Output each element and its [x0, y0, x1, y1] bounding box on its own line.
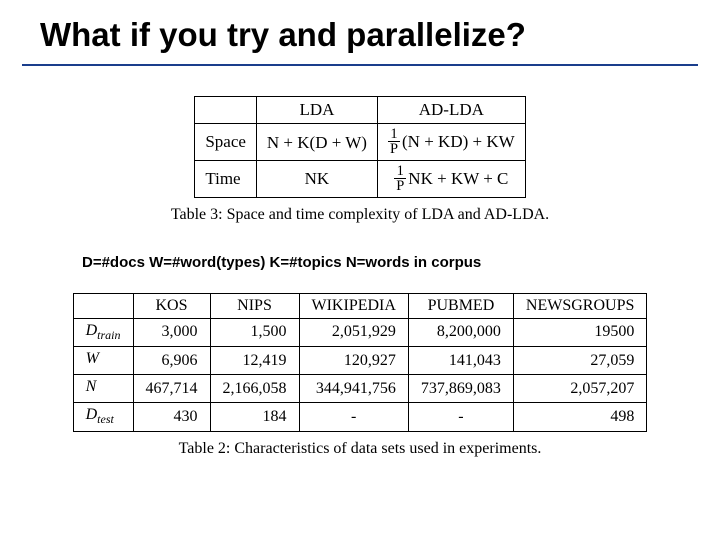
- table3-hdr-lda: LDA: [256, 97, 377, 124]
- table-row: Dtrain 3,000 1,500 2,051,929 8,200,000 1…: [73, 318, 647, 346]
- table-row: W 6,906 12,419 120,927 141,043 27,059: [73, 347, 647, 375]
- t3-r0-lda: N + K(D + W): [256, 124, 377, 161]
- t2-cell: 467,714: [133, 375, 210, 403]
- complexity-table: LDA AD-LDA Space N + K(D + W) 1 P (N + K…: [194, 96, 525, 198]
- t3-r1-lda: NK: [256, 160, 377, 197]
- t3-r0-label: Space: [195, 124, 257, 161]
- datasets-table: KOS NIPS WIKIPEDIA PUBMED NEWSGROUPS Dtr…: [73, 293, 648, 432]
- t2-r1-label: W: [73, 347, 133, 375]
- t2-hdr-0: [73, 293, 133, 318]
- t2-cell: 12,419: [210, 347, 299, 375]
- t2-cell: 2,051,929: [299, 318, 408, 346]
- t2-cell: 8,200,000: [408, 318, 513, 346]
- table2-caption: Table 2: Characteristics of data sets us…: [0, 440, 720, 458]
- t3-r0-adlda: 1 P (N + KD) + KW: [377, 124, 525, 161]
- t2-cell: 6,906: [133, 347, 210, 375]
- table-row: Time NK 1 P NK + KW + C: [195, 160, 525, 197]
- table-row: KOS NIPS WIKIPEDIA PUBMED NEWSGROUPS: [73, 293, 647, 318]
- title-underline: [22, 64, 698, 66]
- t2-cell: 3,000: [133, 318, 210, 346]
- t3-r1-label: Time: [195, 160, 257, 197]
- table3-caption: Table 3: Space and time complexity of LD…: [0, 206, 720, 224]
- variable-legend: D=#docs W=#word(types) K=#topics N=words…: [82, 254, 720, 271]
- slide-title: What if you try and parallelize?: [0, 0, 720, 62]
- table3-hdr-blank: [195, 97, 257, 124]
- table3-block: LDA AD-LDA Space N + K(D + W) 1 P (N + K…: [0, 96, 720, 224]
- t2-r3-label: Dtest: [73, 403, 133, 431]
- t2-cell: -: [299, 403, 408, 431]
- fraction: 1 P: [394, 164, 406, 194]
- t2-cell: 184: [210, 403, 299, 431]
- t2-cell: 141,043: [408, 347, 513, 375]
- t2-r2-label: N: [73, 375, 133, 403]
- table2-block: KOS NIPS WIKIPEDIA PUBMED NEWSGROUPS Dtr…: [0, 293, 720, 458]
- t2-cell: 344,941,756: [299, 375, 408, 403]
- table-row: Space N + K(D + W) 1 P (N + KD) + KW: [195, 124, 525, 161]
- t2-hdr-5: NEWSGROUPS: [513, 293, 646, 318]
- table-row: N 467,714 2,166,058 344,941,756 737,869,…: [73, 375, 647, 403]
- table-row: LDA AD-LDA: [195, 97, 525, 124]
- t2-cell: 120,927: [299, 347, 408, 375]
- t2-cell: 2,166,058: [210, 375, 299, 403]
- t3-r1-adlda: 1 P NK + KW + C: [377, 160, 525, 197]
- t2-cell: 737,869,083: [408, 375, 513, 403]
- t2-cell: 498: [513, 403, 646, 431]
- t2-hdr-4: PUBMED: [408, 293, 513, 318]
- t2-cell: 1,500: [210, 318, 299, 346]
- t2-cell: 2,057,207: [513, 375, 646, 403]
- fraction: 1 P: [388, 127, 400, 157]
- t2-cell: 430: [133, 403, 210, 431]
- t2-hdr-2: NIPS: [210, 293, 299, 318]
- t2-cell: -: [408, 403, 513, 431]
- t2-r0-label: Dtrain: [73, 318, 133, 346]
- t2-hdr-1: KOS: [133, 293, 210, 318]
- t2-cell: 19500: [513, 318, 646, 346]
- t2-cell: 27,059: [513, 347, 646, 375]
- t2-hdr-3: WIKIPEDIA: [299, 293, 408, 318]
- table-row: Dtest 430 184 - - 498: [73, 403, 647, 431]
- table3-hdr-adlda: AD-LDA: [377, 97, 525, 124]
